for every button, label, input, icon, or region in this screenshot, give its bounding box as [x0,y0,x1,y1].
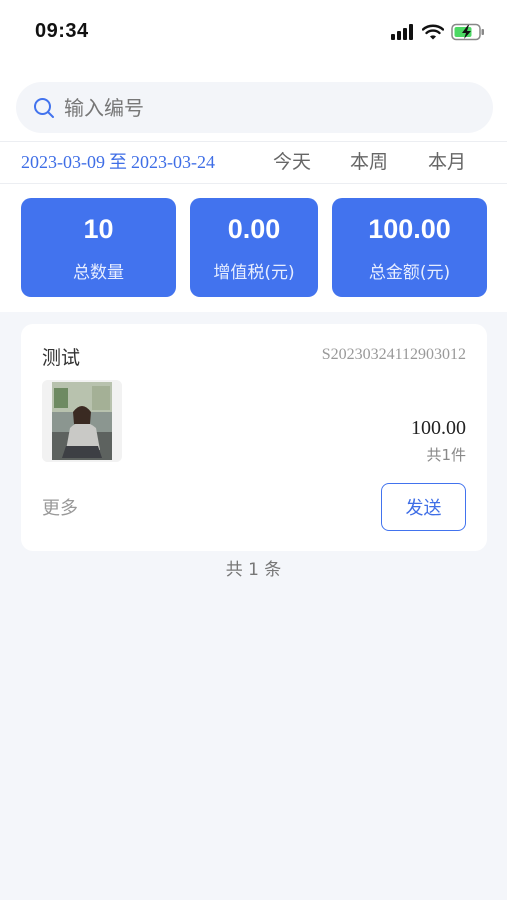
stat-value: 10 [83,214,114,244]
stat-label: 总金额(元) [368,263,451,283]
status-time: 09:34 [35,20,89,42]
filter-today[interactable]: 今天 [273,149,311,175]
search-bar [16,82,493,133]
filter-this-week[interactable]: 本周 [350,149,388,175]
product-image [42,380,122,462]
total-count: 共 1 条 [225,560,282,580]
divider [0,183,507,184]
signal-icon [391,24,413,40]
battery-charging-icon [451,23,484,41]
stat-value: 100.00 [368,214,451,244]
date-start[interactable]: 2023-03-09 [21,152,105,172]
more-button[interactable]: 更多 [42,494,78,520]
product-thumbnail[interactable] [42,380,122,462]
date-end[interactable]: 2023-03-24 [131,152,215,172]
stat-total-amount: 100.00 总金额(元) [332,198,487,297]
stat-value: 0.00 [227,214,281,244]
order-item-count: 共1件 [426,446,466,464]
stat-label: 总数量 [73,263,124,283]
send-button[interactable]: 发送 [381,483,466,531]
search-input[interactable] [64,82,474,133]
wifi-icon [422,24,444,40]
filter-this-month[interactable]: 本月 [428,149,466,175]
date-separator: 至 [109,152,127,173]
order-number: S20230324112903012 [321,346,466,363]
stat-total-quantity: 10 总数量 [21,198,176,297]
status-bar: 09:34 [0,0,507,60]
order-card[interactable]: 测试 S20230324112903012 100.00 共1件 更多 发送 [21,324,487,551]
search-icon [34,98,54,118]
divider [0,141,507,142]
stat-label: 增值税(元) [213,263,295,283]
order-name: 测试 [42,347,81,369]
system-icons [391,22,485,42]
stat-vat: 0.00 增值税(元) [190,198,318,297]
date-range-picker[interactable]: 2023-03-09 至 2023-03-24 [21,149,215,175]
order-price: 100.00 [411,417,466,439]
